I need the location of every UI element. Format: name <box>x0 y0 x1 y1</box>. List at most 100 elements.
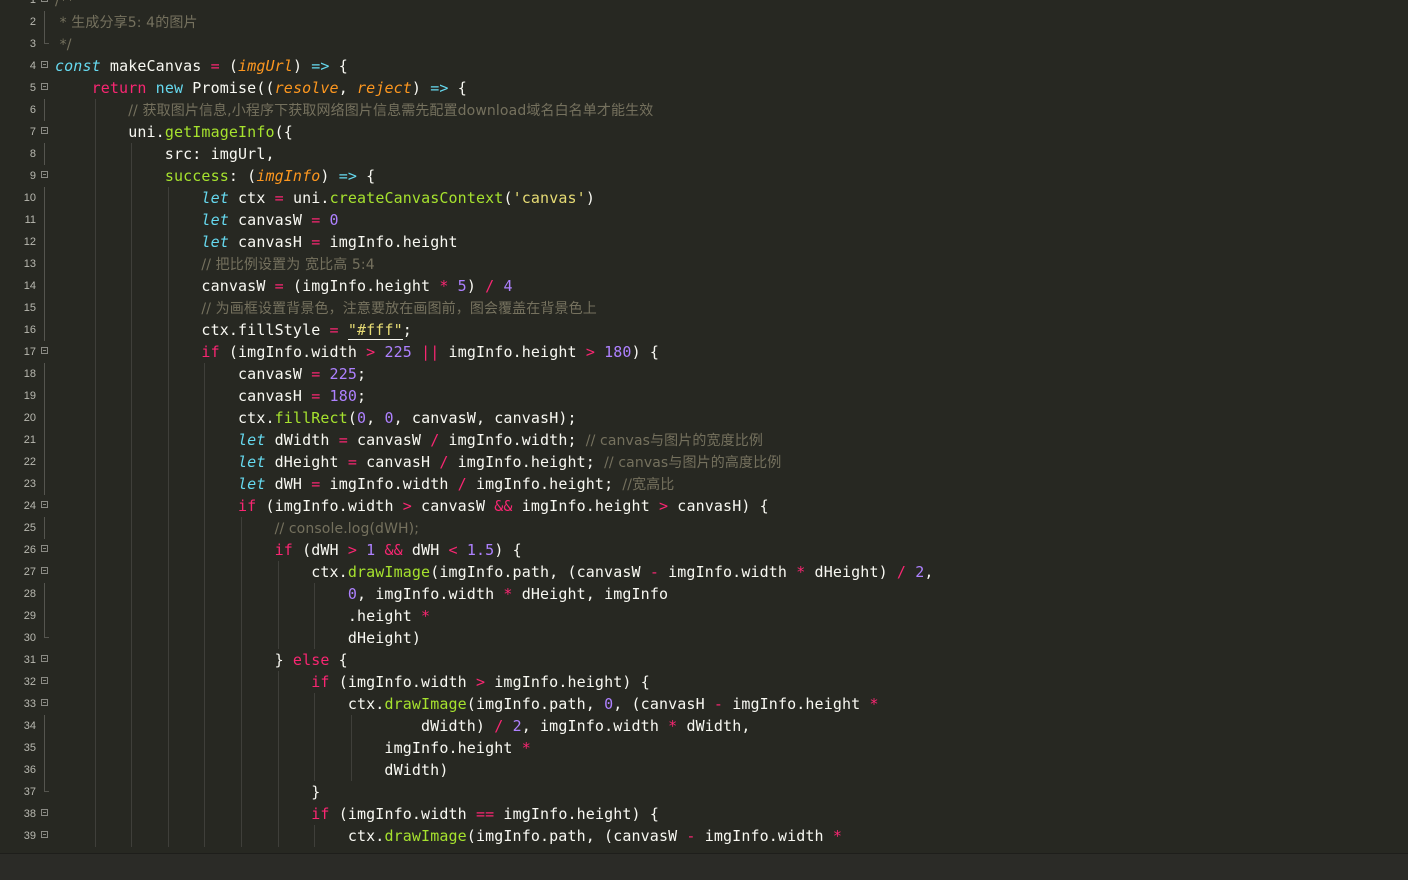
code-token: 1 <box>366 541 376 559</box>
code-line[interactable]: let dWH = imgInfo.width / imgInfo.height… <box>55 473 674 495</box>
code-line[interactable]: canvasW = 225; <box>55 363 366 385</box>
fold-toggle-icon[interactable] <box>41 699 48 706</box>
code-line[interactable]: let canvasW = 0 <box>55 209 339 231</box>
code-token: if <box>274 541 293 559</box>
code-token: == <box>475 805 495 823</box>
code-line[interactable]: let dWidth = canvasW / imgInfo.width; //… <box>55 429 763 451</box>
code-line[interactable]: // 获取图片信息,小程序下获取网络图片信息需先配置download域名白名单才… <box>55 99 653 121</box>
code-line[interactable]: const makeCanvas = (imgUrl) => { <box>55 55 348 77</box>
code-line[interactable]: dHeight) <box>55 627 421 649</box>
fold-toggle-icon[interactable] <box>41 0 48 2</box>
fold-toggle-icon[interactable] <box>41 347 48 354</box>
line-number: 34 <box>23 720 36 732</box>
fold-range-line <box>44 517 45 539</box>
gutter-line: 17 <box>0 341 54 363</box>
code-token: ctx.fillStyle <box>55 321 330 339</box>
code-line[interactable]: .height * <box>55 605 430 627</box>
code-line[interactable]: dWidth) / 2, imgInfo.width * dWidth, <box>55 715 751 737</box>
code-line[interactable]: canvasH = 180; <box>55 385 366 407</box>
code-line[interactable]: success: (imgInfo) => { <box>55 165 375 187</box>
code-line[interactable]: ctx.drawImage(imgInfo.path, 0, (canvasH … <box>55 693 879 715</box>
fold-toggle-icon[interactable] <box>41 545 48 552</box>
code-line[interactable]: let canvasH = imgInfo.height <box>55 231 458 253</box>
fold-toggle-icon[interactable] <box>41 655 48 662</box>
code-line[interactable]: ctx.fillRect(0, 0, canvasW, canvasH); <box>55 407 577 429</box>
code-line[interactable]: /** <box>55 0 74 11</box>
code-line[interactable]: 0, imgInfo.width * dHeight, imgInfo <box>55 583 668 605</box>
code-token: new <box>155 79 184 97</box>
code-token: dHeight) <box>55 629 422 647</box>
code-line[interactable]: if (dWH > 1 && dWH < 1.5) { <box>55 539 522 561</box>
code-token: (imgInfo.width <box>329 673 476 691</box>
gutter-line: 34 <box>0 715 54 737</box>
line-number: 17 <box>23 346 36 358</box>
fold-toggle-icon[interactable] <box>41 809 48 816</box>
code-token: * <box>521 739 531 757</box>
code-token: canvasH <box>356 453 440 471</box>
code-area[interactable]: /** * 生成分享5: 4的图片 */const makeCanvas = (… <box>54 0 1408 853</box>
fold-toggle-icon[interactable] <box>41 171 48 178</box>
code-token: Promise(( <box>183 79 275 97</box>
fold-range-line <box>44 363 45 385</box>
code-token: => <box>430 79 449 97</box>
line-number: 10 <box>23 192 36 204</box>
fold-toggle-icon[interactable] <box>41 83 48 90</box>
fold-range-line <box>44 253 45 275</box>
code-token: createCanvasContext <box>329 189 504 207</box>
code-token: canvasW <box>55 277 275 295</box>
line-number: 22 <box>23 456 36 468</box>
code-line[interactable]: src: imgUrl, <box>55 143 275 165</box>
code-token: // canvas与图片的高度比例 <box>604 455 782 471</box>
code-line[interactable]: imgInfo.height * <box>55 737 531 759</box>
code-line[interactable]: if (imgInfo.width > canvasW && imgInfo.h… <box>55 495 769 517</box>
code-token: // console.log(dWH); <box>274 521 420 537</box>
code-line[interactable]: ctx.fillStyle = "#fff"; <box>55 319 412 341</box>
fold-toggle-icon[interactable] <box>41 501 48 508</box>
fold-end-marker <box>44 781 49 792</box>
code-token: && <box>384 541 403 559</box>
gutter-line: 29 <box>0 605 54 627</box>
code-line[interactable]: let dHeight = canvasH / imgInfo.height; … <box>55 451 781 473</box>
fold-toggle-icon[interactable] <box>41 831 48 838</box>
gutter-line: 23 <box>0 473 54 495</box>
fold-toggle-icon[interactable] <box>41 61 48 68</box>
code-token: let <box>201 189 229 207</box>
code-line[interactable]: if (imgInfo.width > 225 || imgInfo.heigh… <box>55 341 659 363</box>
code-line[interactable]: if (imgInfo.width > imgInfo.height) { <box>55 671 650 693</box>
fold-toggle-icon[interactable] <box>41 677 48 684</box>
code-token: 0 <box>329 211 339 229</box>
indent-guide <box>94 99 96 847</box>
code-token: ctx <box>228 189 275 207</box>
code-editor[interactable]: 1 2 3 4 5 6 7 8 9 10 11 12 13 14 15 16 17 18 19 20 21 22 23 24 2… <box>0 0 1408 853</box>
code-line[interactable]: */ <box>55 33 72 55</box>
code-line[interactable]: * 生成分享5: 4的图片 <box>55 11 198 33</box>
gutter-line: 39 <box>0 825 54 847</box>
fold-range-line <box>44 451 45 473</box>
code-line[interactable]: uni.getImageInfo({ <box>55 121 293 143</box>
code-line[interactable]: ctx.drawImage(imgInfo.path, (canvasW - i… <box>55 825 842 847</box>
code-line[interactable]: ctx.drawImage(imgInfo.path, (canvasW - i… <box>55 561 934 583</box>
fold-range-line <box>44 319 45 341</box>
code-token: > <box>585 343 595 361</box>
fold-toggle-icon[interactable] <box>41 567 48 574</box>
code-line[interactable]: canvasW = (imgInfo.height * 5) / 4 <box>55 275 513 297</box>
code-line[interactable]: let ctx = uni.createCanvasContext('canva… <box>55 187 595 209</box>
code-line[interactable]: return new Promise((resolve, reject) => … <box>55 77 467 99</box>
code-line[interactable]: // console.log(dWH); <box>55 517 419 539</box>
code-line[interactable]: // 把比例设置为 宽比高 5:4 <box>55 253 375 275</box>
code-line[interactable]: } else { <box>55 649 348 671</box>
fold-toggle-icon[interactable] <box>41 127 48 134</box>
code-token: 2 <box>512 717 522 735</box>
status-bar <box>0 853 1408 880</box>
code-line[interactable]: if (imgInfo.width == imgInfo.height) { <box>55 803 659 825</box>
code-token: 'canvas' <box>512 189 586 207</box>
code-token: imgInfo.height) { <box>494 805 659 823</box>
code-token: // 把比例设置为 宽比高 5:4 <box>201 257 375 273</box>
code-line[interactable]: dWidth) <box>55 759 448 781</box>
line-number: 16 <box>23 324 36 336</box>
code-line[interactable]: // 为画框设置背景色，注意要放在画图前，图会覆盖在背景色上 <box>55 297 597 319</box>
